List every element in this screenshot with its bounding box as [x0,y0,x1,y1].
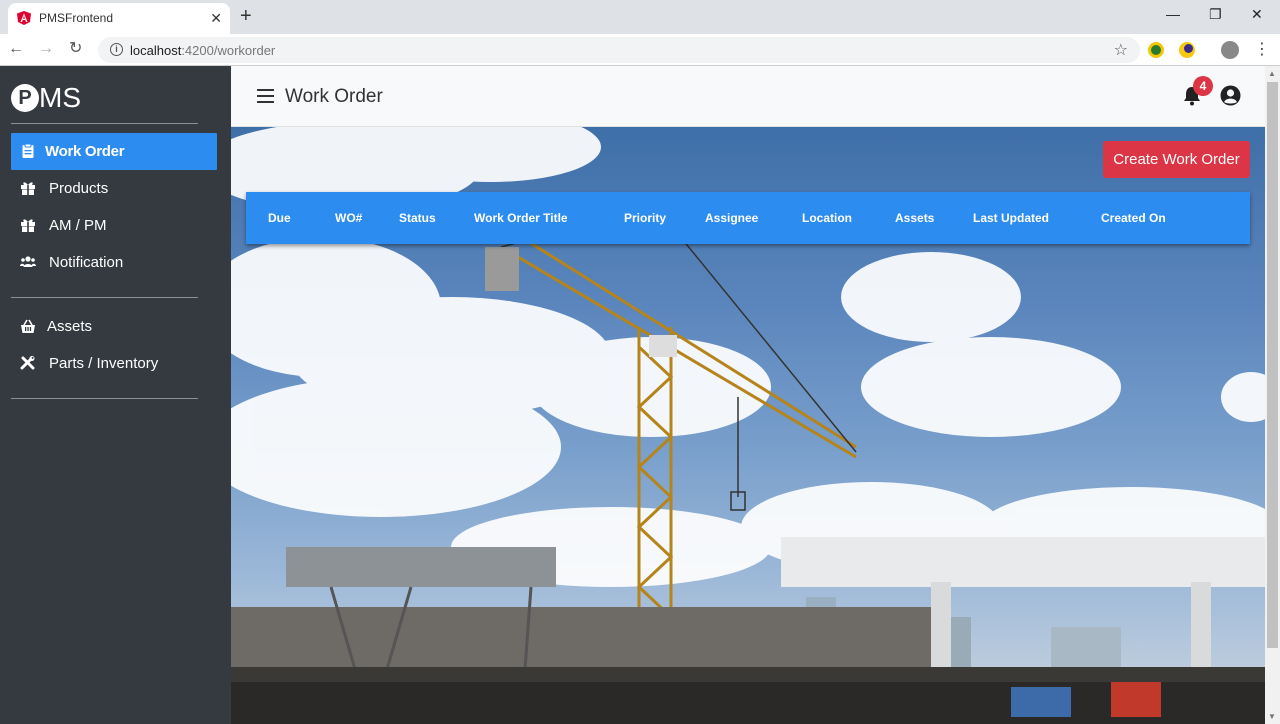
page-title: Work Order [285,86,383,107]
minimize-icon[interactable]: — [1166,6,1180,22]
tab-title: PMSFrontend [39,11,114,25]
column-header-location[interactable]: Location [802,211,852,225]
restore-icon[interactable]: ❐ [1209,6,1222,22]
divider [11,123,198,124]
reload-icon[interactable]: ↻ [69,40,82,58]
gift-icon [21,219,35,232]
sidebar-item-work-order[interactable]: Work Order [11,133,217,170]
browser-menu-icon[interactable]: ⋮ [1254,39,1270,59]
user-account-icon[interactable] [1220,85,1241,106]
column-header-wo-number[interactable]: WO# [335,211,362,225]
create-work-order-button[interactable]: Create Work Order [1103,141,1250,178]
sidebar-item-am-pm[interactable]: AM / PM [11,207,217,244]
browser-toolbar: ← → ↻ i localhost:4200/workorder ☆ ⋮ [0,34,1280,66]
tab-close-icon[interactable]: ✕ [210,9,222,27]
sidebar-item-label: Parts / Inventory [49,355,159,372]
extension-icon[interactable] [1148,42,1164,58]
back-icon[interactable]: ← [8,40,24,58]
clipboard-icon [22,143,34,158]
column-header-status[interactable]: Status [399,211,436,225]
extension-icon[interactable] [1179,42,1195,58]
column-header-title[interactable]: Work Order Title [474,211,568,225]
sidebar-item-parts-inventory[interactable]: Parts / Inventory [11,345,217,382]
sidebar-item-label: Work Order [45,143,125,160]
close-window-icon[interactable]: ✕ [1251,6,1263,22]
users-icon [20,256,36,267]
sidebar-item-label: Notification [49,254,124,271]
column-header-due[interactable]: Due [268,211,291,225]
angular-icon [17,11,31,25]
column-header-assignee[interactable]: Assignee [705,211,758,225]
logo-text: MS [39,82,81,113]
main-content: Work Order 4 Create Work Order Due WO# S… [231,66,1265,724]
browser-tab-bar: PMSFrontend ✕ + — ❐ ✕ [0,0,1280,34]
info-icon[interactable]: i [110,43,123,56]
sidebar-item-products[interactable]: Products [11,170,217,207]
forward-icon[interactable]: → [38,40,54,58]
column-header-assets[interactable]: Assets [895,211,934,225]
scroll-down-icon[interactable]: ▼ [1268,712,1276,721]
url-text[interactable]: localhost:4200/workorder [130,43,275,58]
scroll-up-icon[interactable]: ▲ [1268,69,1276,78]
bookmark-star-icon[interactable]: ☆ [1114,40,1128,60]
hamburger-menu-icon[interactable] [257,89,274,103]
address-bar[interactable]: i localhost:4200/workorder ☆ [98,37,1140,63]
browser-tab[interactable]: PMSFrontend ✕ [8,3,230,34]
profile-avatar[interactable] [1221,41,1239,59]
page-scrollbar[interactable]: ▲ ▼ [1265,66,1280,724]
divider [11,297,198,298]
notification-badge: 4 [1193,76,1213,96]
basket-icon [21,319,35,333]
sidebar-item-label: Assets [47,318,93,335]
sidebar-item-assets[interactable]: Assets [11,308,217,345]
column-header-created-on[interactable]: Created On [1101,211,1166,225]
work-order-table-header: Due WO# Status Work Order Title Priority… [246,192,1250,244]
column-header-last-updated[interactable]: Last Updated [973,211,1049,225]
logo-letter: P [11,84,39,112]
url-host: localhost [130,43,182,58]
new-tab-button[interactable]: + [240,5,252,27]
column-header-priority[interactable]: Priority [624,211,666,225]
sidebar-item-notification[interactable]: Notification [11,244,217,281]
url-path: :4200/workorder [181,43,276,58]
tools-icon [20,356,35,370]
scrollbar-thumb[interactable] [1267,82,1278,648]
sidebar: P MS Work Order Products AM / PM Notific… [0,66,231,724]
page-header: Work Order 4 [231,66,1265,127]
sidebar-item-label: AM / PM [49,217,107,234]
divider [11,398,198,399]
gift-icon [21,182,35,195]
sidebar-item-label: Products [49,180,109,197]
background-image: Create Work Order Due WO# Status Work Or… [231,127,1265,724]
